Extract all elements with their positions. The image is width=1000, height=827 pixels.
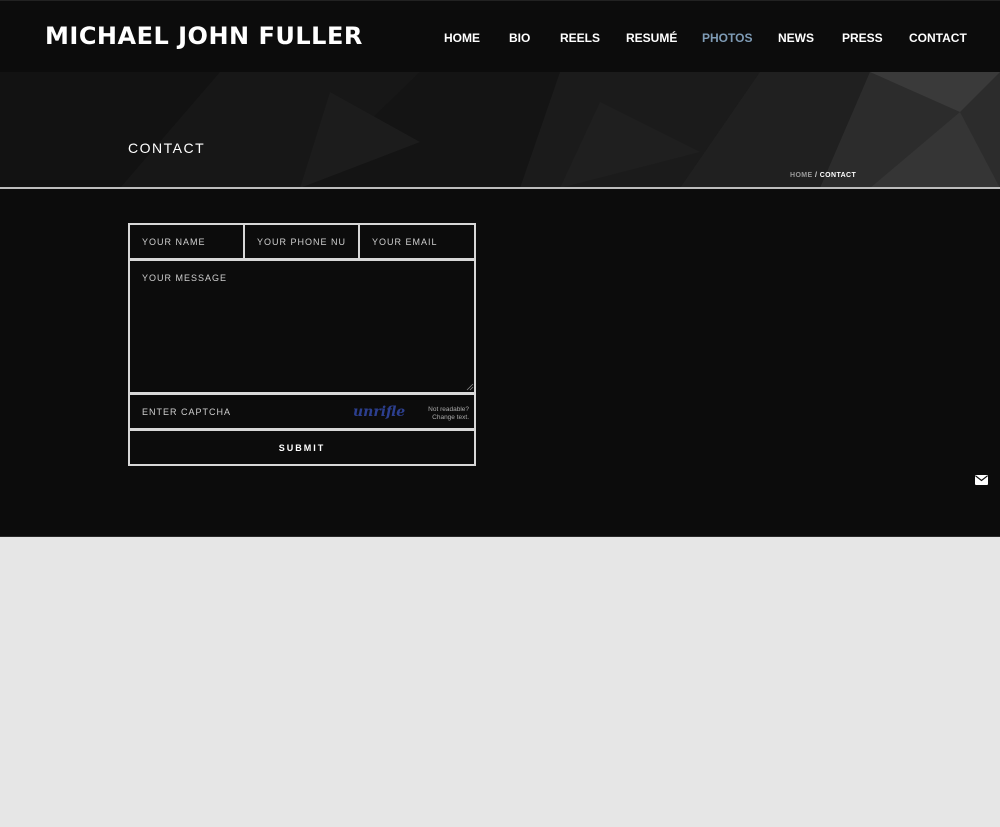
- resize-handle-icon[interactable]: [466, 383, 474, 391]
- name-field[interactable]: [128, 223, 245, 260]
- contact-section: unrifled Not readable? Change text. SUBM…: [0, 189, 1000, 537]
- captcha-change-link[interactable]: Not readable? Change text.: [404, 406, 469, 422]
- breadcrumb-separator: /: [814, 172, 818, 179]
- site-header: MICHAEL JOHN FULLER HOME BIO REELS RESUM…: [0, 0, 1000, 72]
- nav-item-resume[interactable]: RESUMÉ: [626, 31, 677, 45]
- nav-item-photos[interactable]: PHOTOS: [702, 31, 752, 45]
- main-nav: HOME BIO REELS RESUMÉ PHOTOS NEWS PRESS …: [0, 31, 1000, 47]
- phone-field[interactable]: [243, 223, 360, 260]
- nav-item-bio[interactable]: BIO: [509, 31, 530, 45]
- nav-item-contact[interactable]: CONTACT: [909, 31, 967, 45]
- nav-item-news[interactable]: NEWS: [778, 31, 814, 45]
- page-banner: CONTACT HOME / CONTACT: [0, 72, 1000, 188]
- nav-item-reels[interactable]: REELS: [560, 31, 600, 45]
- banner-background-pattern: [0, 72, 1000, 188]
- captcha-image: unrifled: [353, 404, 405, 420]
- floating-contact-button[interactable]: [963, 465, 1000, 495]
- envelope-icon: [975, 475, 988, 485]
- breadcrumb-current: CONTACT: [819, 172, 857, 179]
- submit-button[interactable]: SUBMIT: [128, 429, 476, 466]
- page-title: CONTACT: [128, 140, 206, 156]
- nav-item-home[interactable]: HOME: [444, 31, 480, 45]
- breadcrumb: HOME / CONTACT: [790, 172, 856, 179]
- captcha-image-text: unrifled: [353, 404, 405, 420]
- breadcrumb-home-link[interactable]: HOME: [790, 172, 813, 179]
- message-field[interactable]: [128, 259, 476, 394]
- email-field[interactable]: [358, 223, 476, 260]
- nav-item-press[interactable]: PRESS: [842, 31, 883, 45]
